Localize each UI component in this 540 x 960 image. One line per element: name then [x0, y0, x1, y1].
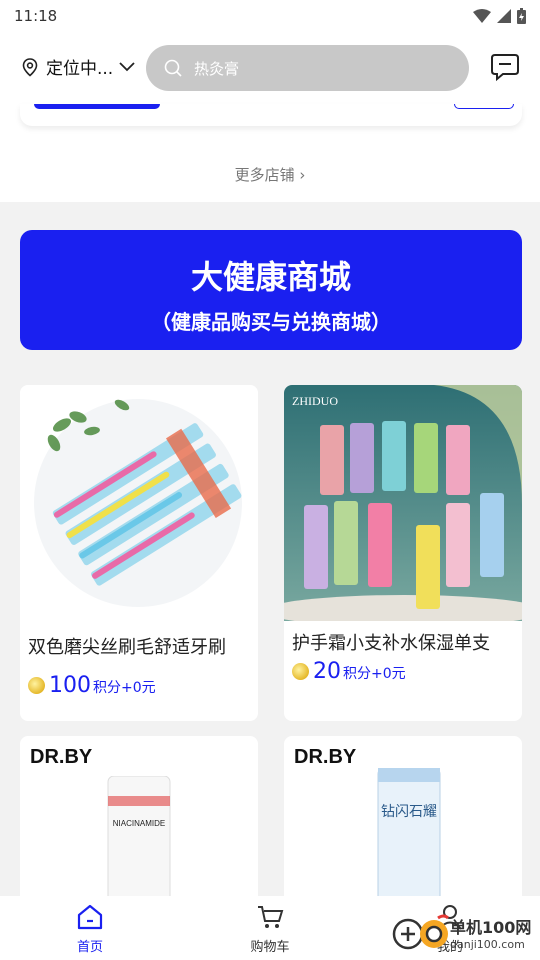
product-card[interactable]: ZHIDUO 护手霜小支补水保湿单支 20 积分+0元	[284, 385, 522, 721]
product-title: 双色磨尖丝刷毛舒适牙刷	[28, 637, 226, 658]
chevron-down-icon	[119, 61, 135, 71]
shop-action-button[interactable]	[34, 104, 160, 109]
points-value: 100	[49, 673, 91, 698]
coin-icon	[28, 677, 45, 694]
wifi-icon	[473, 9, 491, 23]
points-value: 20	[313, 659, 341, 684]
product-image-toothbrush	[20, 385, 258, 621]
banner-subtitle: （健康品购买与兑换商城）	[151, 310, 391, 334]
hand-cream-brand-text: ZHIDUO	[292, 394, 338, 408]
tube-text: 钻闪石耀	[381, 804, 437, 820]
watermark-logo	[392, 914, 450, 950]
cart-icon	[258, 906, 284, 928]
product-title: 护手霜小支补水保湿单支	[292, 633, 490, 654]
nav-home-label: 首页	[76, 940, 103, 955]
watermark-line2: danji100.com	[450, 937, 525, 951]
shop-card[interactable]	[20, 104, 522, 126]
coin-icon	[292, 663, 309, 680]
site-watermark: 单机100网 danji100.com	[392, 912, 531, 952]
watermark-text: 单机100网 danji100.com	[450, 914, 531, 951]
search-placeholder: 热灸膏	[194, 59, 240, 78]
status-time: 11:18	[14, 7, 58, 25]
shop-secondary-button[interactable]	[454, 104, 514, 109]
status-bar: 11:18	[0, 0, 540, 32]
product-image-hand-cream: ZHIDUO	[284, 385, 522, 621]
product-brand: DR.BY	[294, 746, 357, 768]
search-icon	[164, 59, 182, 77]
message-icon	[491, 54, 519, 82]
home-icon	[77, 904, 103, 930]
health-mall-banner[interactable]: 大健康商城 （健康品购买与兑换商城）	[20, 230, 522, 350]
battery-icon	[517, 8, 526, 24]
status-icons	[473, 8, 526, 24]
product-brand: DR.BY	[30, 746, 93, 768]
tube-text: NIACINAMIDE	[113, 819, 165, 828]
points-unit: 积分+0元	[93, 680, 156, 696]
product-card[interactable]: 双色磨尖丝刷毛舒适牙刷 100 积分+0元	[20, 385, 258, 721]
nav-cart-label: 购物车	[250, 940, 290, 955]
nav-home[interactable]: 首页	[45, 904, 135, 955]
nav-cart[interactable]: 购物车	[225, 904, 315, 955]
location-selector[interactable]: 定位中...	[20, 54, 135, 79]
search-input[interactable]: 热灸膏	[146, 45, 469, 91]
top-header: 定位中... 热灸膏	[0, 32, 540, 104]
points-unit: 积分+0元	[343, 666, 406, 682]
shop-section: 更多店铺 ›	[0, 104, 540, 202]
app-page: 11:18 定位中... 热灸膏 更多店铺 › 大健康商城 （健康品购买与兑换商…	[0, 0, 540, 960]
banner-title: 大健康商城	[190, 258, 351, 296]
product-price: 20 积分+0元	[292, 659, 406, 684]
signal-icon	[497, 9, 511, 23]
message-button[interactable]	[490, 52, 520, 86]
product-price: 100 积分+0元	[28, 673, 156, 698]
watermark-line1: 单机100网	[450, 917, 532, 937]
location-label: 定位中...	[46, 59, 114, 79]
location-pin-icon	[22, 57, 38, 77]
more-shops-link[interactable]: 更多店铺 ›	[0, 164, 540, 185]
